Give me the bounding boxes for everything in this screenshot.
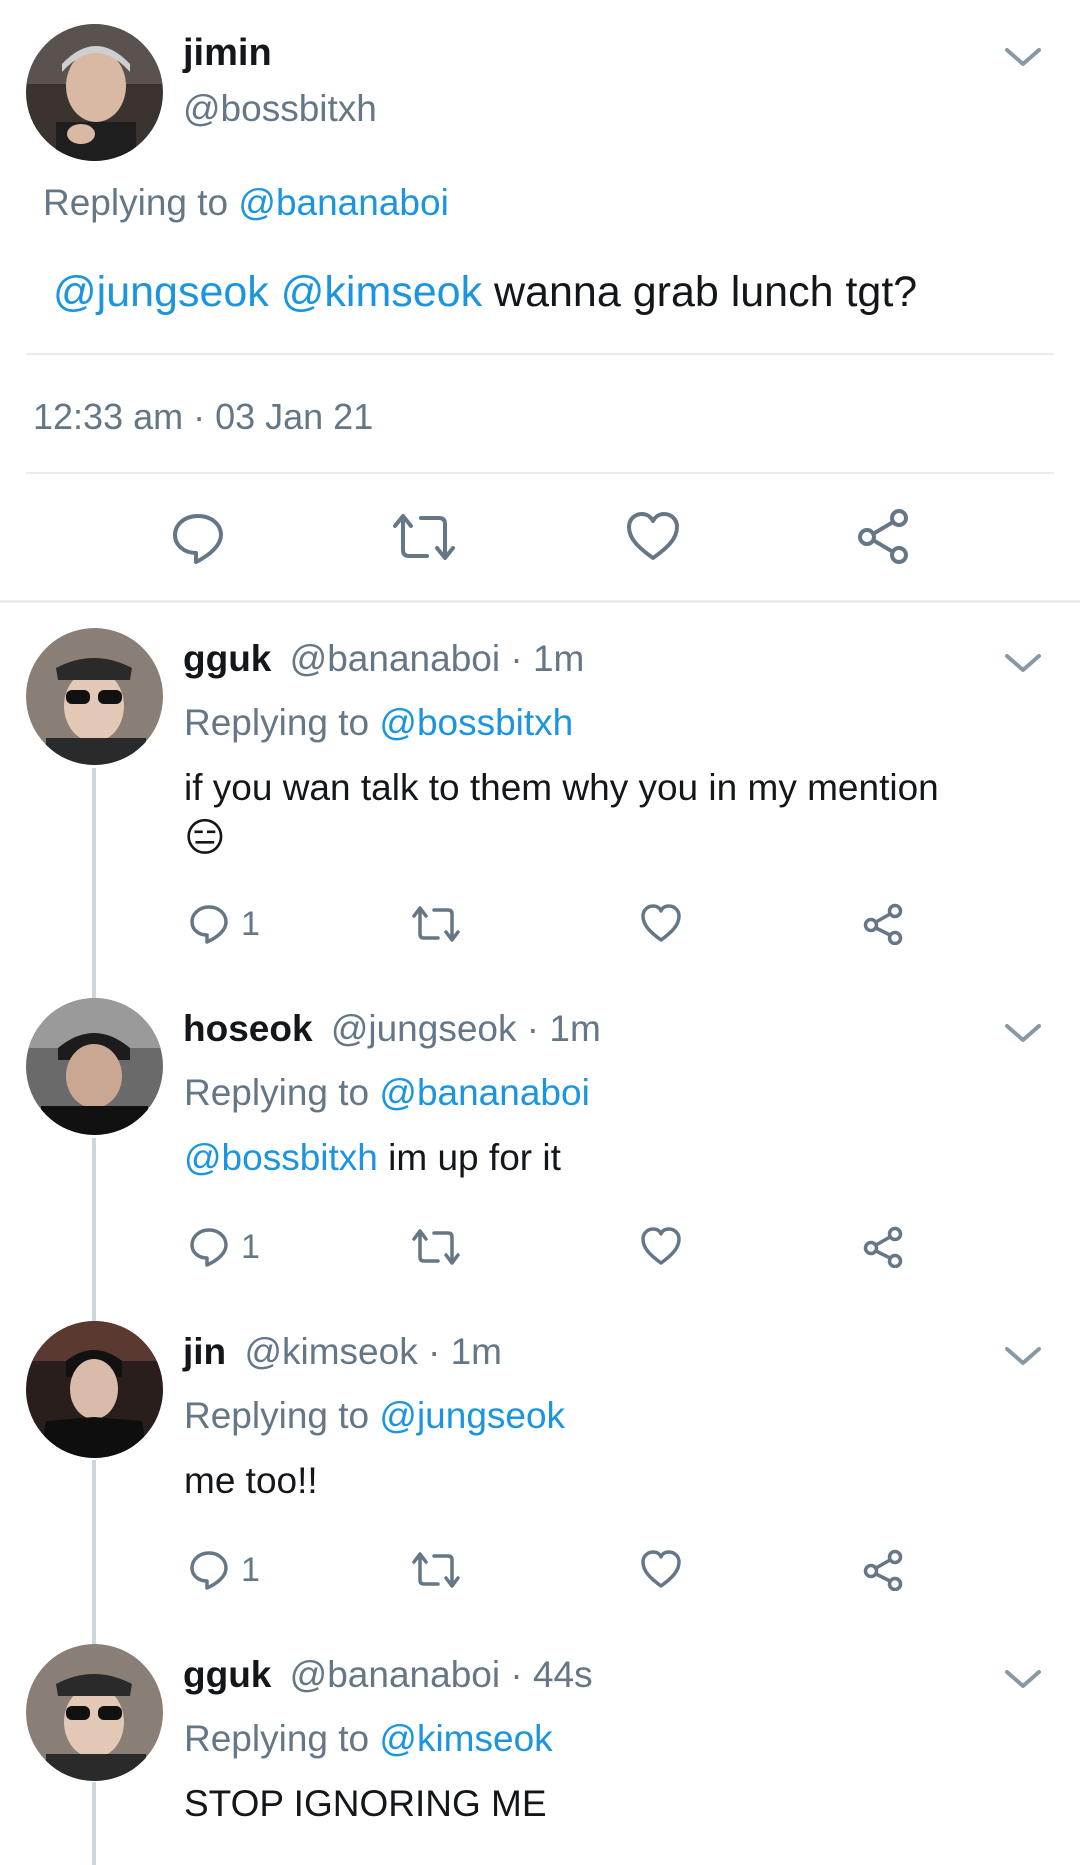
- reply-header: jin @kimseok · 1m: [183, 1331, 502, 1373]
- chevron-down-icon[interactable]: [1003, 648, 1043, 678]
- replying-label: Replying to: [184, 702, 370, 743]
- reply-icon[interactable]: [188, 1549, 230, 1591]
- replying-to-link[interactable]: @jungseok: [379, 1395, 565, 1436]
- share-icon[interactable]: [855, 508, 911, 564]
- avatar[interactable]: [26, 998, 163, 1135]
- heart-icon[interactable]: [625, 510, 681, 562]
- replying-to-link[interactable]: @bananaboi: [379, 1072, 589, 1113]
- reply-count: 1: [241, 905, 260, 943]
- mention-link[interactable]: @jungseok: [53, 268, 269, 316]
- reply-text: @bossbitxh im up for it: [184, 1137, 561, 1179]
- reply-icon[interactable]: [188, 903, 230, 945]
- replying-label: Replying to: [43, 182, 229, 223]
- replying-to-line: Replying to @bananaboi: [184, 1072, 590, 1114]
- reply-text: me too!!: [184, 1460, 318, 1501]
- replying-label: Replying to: [184, 1718, 370, 1759]
- time-ago[interactable]: · 1m: [527, 1008, 601, 1049]
- reply-header: hoseok @jungseok · 1m: [183, 1008, 601, 1050]
- retweet-icon[interactable]: [411, 1551, 461, 1589]
- time-ago[interactable]: · 1m: [428, 1331, 502, 1372]
- retweet-icon[interactable]: [411, 1228, 461, 1266]
- avatar[interactable]: [26, 24, 163, 161]
- chevron-down-icon[interactable]: [1003, 1341, 1043, 1371]
- reply-header: gguk @bananaboi · 1m: [183, 638, 584, 680]
- reply-count: 1: [241, 1551, 260, 1589]
- reply-icon[interactable]: [188, 1226, 230, 1268]
- handle[interactable]: @jungseok: [331, 1008, 517, 1049]
- thread-line: [92, 1782, 96, 1865]
- reply-header: gguk @bananaboi · 44s: [183, 1654, 593, 1696]
- chevron-down-icon[interactable]: [1003, 1018, 1043, 1048]
- handle[interactable]: @bossbitxh: [183, 88, 377, 130]
- tweet-body: wanna grab lunch tgt?: [494, 268, 918, 316]
- share-icon[interactable]: [862, 1226, 904, 1268]
- divider: [26, 472, 1054, 474]
- replying-label: Replying to: [184, 1072, 370, 1113]
- reply-body: im up for it: [388, 1137, 561, 1178]
- replying-to-link[interactable]: @bananaboi: [238, 182, 448, 223]
- mention-link[interactable]: @kimseok: [281, 268, 482, 316]
- retweet-icon[interactable]: [391, 512, 457, 562]
- display-name[interactable]: hoseok: [183, 1008, 313, 1049]
- thread-line: [92, 1460, 96, 1646]
- heart-icon[interactable]: [640, 903, 682, 943]
- thread-line: [92, 768, 96, 998]
- reply-icon[interactable]: [170, 510, 226, 566]
- timestamp[interactable]: 12:33 am · 03 Jan 21: [33, 396, 373, 438]
- chevron-down-icon[interactable]: [1003, 42, 1043, 72]
- reply-text: STOP IGNORING ME: [184, 1783, 547, 1824]
- handle[interactable]: @bananaboi: [290, 638, 500, 679]
- thread-line: [92, 1138, 96, 1322]
- replying-to-link[interactable]: @kimseok: [379, 1718, 552, 1759]
- tweet-text: @jungseok @kimseok wanna grab lunch tgt?: [53, 268, 917, 317]
- retweet-icon[interactable]: [411, 905, 461, 943]
- avatar[interactable]: [26, 628, 163, 765]
- replying-to-link[interactable]: @bossbitxh: [379, 702, 573, 743]
- chevron-down-icon[interactable]: [1003, 1664, 1043, 1694]
- replying-to-line: Replying to @jungseok: [184, 1395, 565, 1437]
- replying-to-line: Replying to @bossbitxh: [184, 702, 573, 744]
- reply-text: if you wan talk to them why you in my me…: [184, 767, 939, 808]
- reply-count: 1: [241, 1228, 260, 1266]
- section-divider: [0, 600, 1080, 603]
- time-ago[interactable]: · 1m: [510, 638, 584, 679]
- heart-icon[interactable]: [640, 1549, 682, 1589]
- avatar[interactable]: [26, 1644, 163, 1781]
- replying-to-line: Replying to @bananaboi: [43, 182, 449, 224]
- mention-link[interactable]: @bossbitxh: [184, 1137, 378, 1178]
- time-ago[interactable]: · 44s: [510, 1654, 592, 1695]
- display-name[interactable]: jin: [183, 1331, 226, 1372]
- handle[interactable]: @kimseok: [244, 1331, 417, 1372]
- divider: [26, 353, 1054, 355]
- avatar[interactable]: [26, 1321, 163, 1458]
- handle[interactable]: @bananaboi: [290, 1654, 500, 1695]
- replying-label: Replying to: [184, 1395, 370, 1436]
- display-name[interactable]: gguk: [183, 1654, 271, 1695]
- display-name[interactable]: jimin: [183, 32, 272, 75]
- display-name[interactable]: gguk: [183, 638, 271, 679]
- share-icon[interactable]: [862, 903, 904, 945]
- emoji: 😑: [184, 815, 226, 861]
- replying-to-line: Replying to @kimseok: [184, 1718, 553, 1760]
- heart-icon[interactable]: [640, 1226, 682, 1266]
- share-icon[interactable]: [862, 1549, 904, 1591]
